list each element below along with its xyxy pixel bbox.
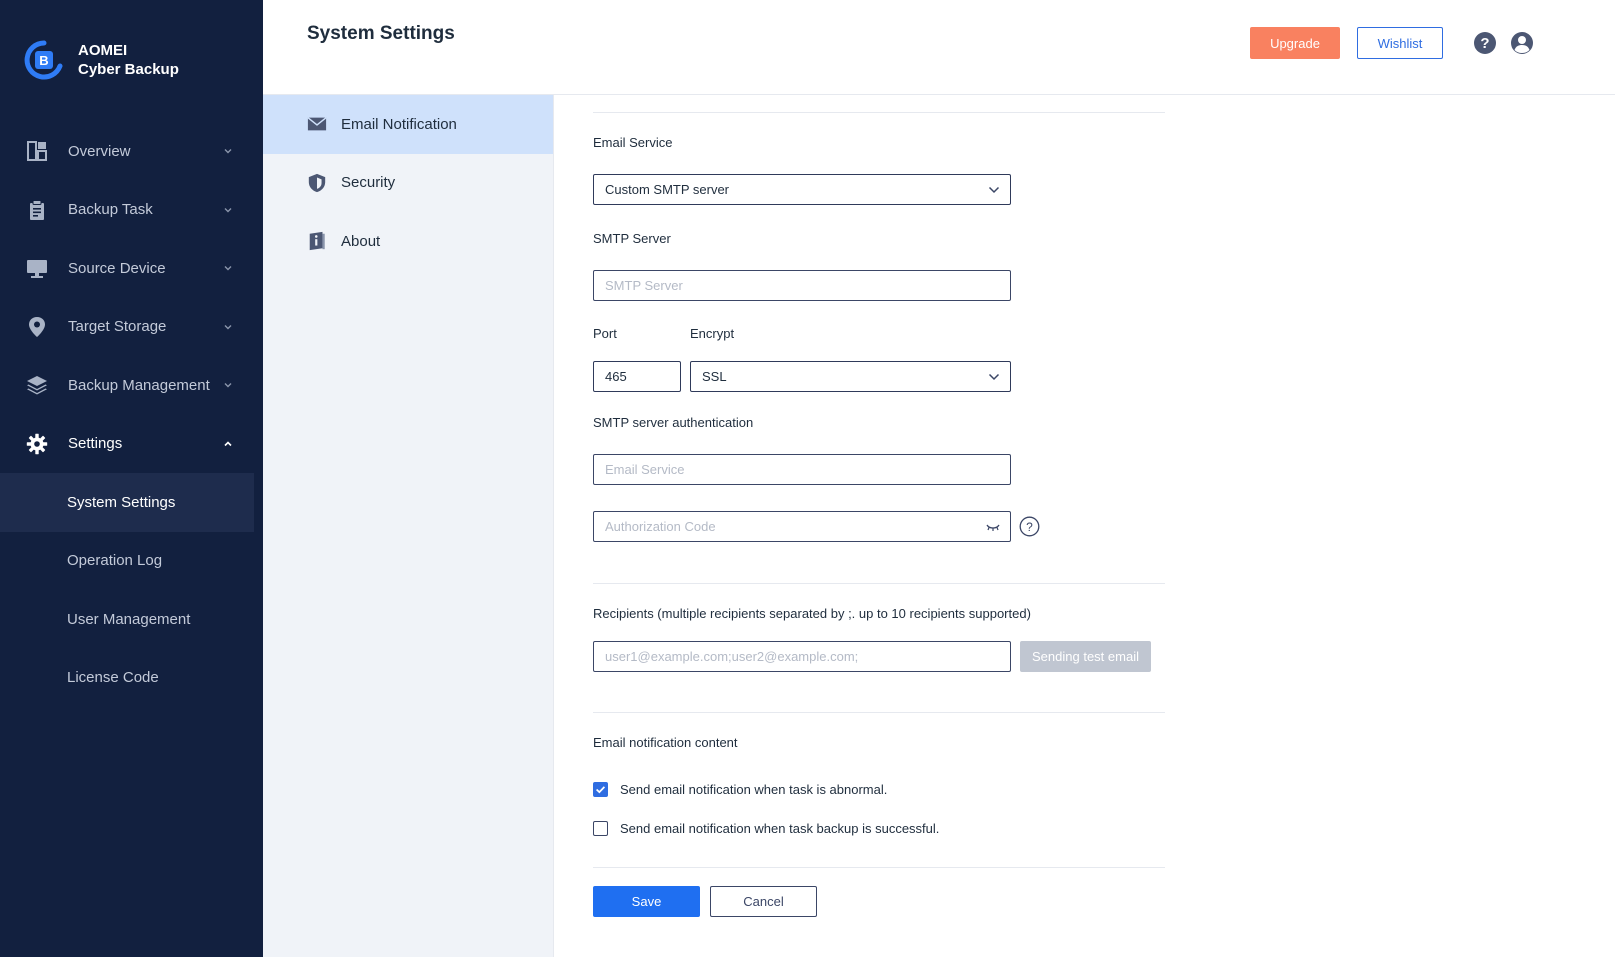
email-service-label: Email Service — [593, 135, 673, 150]
check-icon — [596, 786, 606, 794]
sidebar-item-label: Overview — [68, 142, 131, 160]
tab-email-notification[interactable]: Email Notification — [263, 95, 553, 154]
sidebar-item-backup-task[interactable]: Backup Task — [0, 181, 263, 240]
clipboard-icon — [26, 199, 48, 221]
chevron-down-icon — [224, 266, 232, 271]
sidebar-item-settings[interactable]: Settings — [0, 415, 263, 474]
brand: B AOMEI Cyber Backup — [24, 40, 179, 80]
envelope-icon — [306, 113, 328, 135]
encrypt-value: SSL — [702, 369, 727, 384]
notify-abnormal-label: Send email notification when task is abn… — [620, 782, 888, 797]
sidebar: B AOMEI Cyber Backup Overview Backup Tas… — [0, 0, 263, 957]
chevron-down-icon — [224, 324, 232, 330]
user-avatar-icon[interactable] — [1510, 31, 1534, 55]
brand-logo-icon: B — [24, 40, 63, 80]
cancel-button[interactable]: Cancel — [710, 886, 817, 917]
notify-success-option[interactable]: Send email notification when task backup… — [593, 821, 939, 836]
sidebar-item-target-storage[interactable]: Target Storage — [0, 298, 263, 357]
brand-name: AOMEI Cyber Backup — [78, 41, 179, 79]
sidebar-subitem-user-management[interactable]: User Management — [0, 590, 254, 649]
brand-name-line1: AOMEI — [78, 42, 128, 59]
location-pin-icon — [26, 316, 48, 338]
chevron-up-icon — [224, 441, 232, 446]
sidebar-item-label: Backup Management — [68, 376, 210, 394]
notify-success-checkbox[interactable] — [593, 821, 608, 836]
tab-security[interactable]: Security — [263, 154, 553, 213]
divider — [593, 583, 1165, 584]
sidebar-item-backup-management[interactable]: Backup Management — [0, 356, 263, 415]
divider — [593, 112, 1165, 113]
sidebar-item-label: Target Storage — [68, 318, 167, 336]
auth-code-field[interactable] — [593, 511, 1011, 542]
upgrade-button[interactable]: Upgrade — [1250, 27, 1340, 59]
info-book-icon — [306, 230, 328, 252]
main-nav: Overview Backup Task Source Device Targe… — [0, 122, 263, 707]
chevron-down-icon — [988, 373, 1000, 381]
question-circle-icon[interactable]: ? — [1019, 516, 1040, 537]
encrypt-select[interactable]: SSL — [690, 361, 1011, 392]
sidebar-subitem-operation-log[interactable]: Operation Log — [0, 532, 254, 591]
email-service-value: Custom SMTP server — [605, 182, 730, 197]
top-header: System Settings Upgrade Wishlist ? — [263, 0, 1615, 95]
dashboard-icon — [26, 140, 48, 162]
divider — [593, 867, 1165, 868]
wishlist-button[interactable]: Wishlist — [1357, 27, 1443, 59]
help-icon[interactable]: ? — [1473, 31, 1497, 55]
smtp-server-field[interactable] — [593, 270, 1011, 301]
settings-nav: Email Notification Security About — [263, 95, 554, 957]
sidebar-subitem-license-code[interactable]: License Code — [0, 649, 254, 708]
chevron-down-icon — [224, 149, 232, 154]
tab-label: Security — [341, 174, 396, 192]
port-field[interactable] — [593, 361, 681, 392]
auth-label: SMTP server authentication — [593, 415, 754, 430]
tab-label: About — [341, 232, 381, 250]
sidebar-item-overview[interactable]: Overview — [0, 122, 263, 181]
svg-text:B: B — [39, 53, 48, 68]
gear-icon — [26, 433, 48, 455]
auth-email-field[interactable] — [593, 454, 1011, 485]
notify-success-label: Send email notification when task backup… — [620, 821, 940, 836]
sidebar-item-source-device[interactable]: Source Device — [0, 239, 263, 298]
sidebar-item-label: Backup Task — [68, 201, 153, 219]
chevron-down-icon — [224, 207, 232, 213]
sidebar-item-label: Source Device — [68, 259, 166, 277]
recipients-input[interactable] — [605, 649, 1010, 664]
divider — [593, 712, 1165, 713]
svg-text:?: ? — [1480, 35, 1489, 52]
encrypt-label: Encrypt — [690, 326, 735, 341]
notify-abnormal-checkbox[interactable] — [593, 782, 608, 797]
svg-text:?: ? — [1026, 520, 1033, 534]
content-label: Email notification content — [593, 735, 738, 750]
sidebar-item-label: Settings — [68, 435, 123, 453]
notify-abnormal-option[interactable]: Send email notification when task is abn… — [593, 782, 887, 797]
save-button[interactable]: Save — [593, 886, 700, 917]
recipients-label: Recipients (multiple recipients separate… — [593, 606, 1031, 621]
chevron-down-icon — [224, 383, 232, 388]
page-title: System Settings — [307, 23, 455, 44]
layers-icon — [26, 374, 48, 396]
port-label: Port — [593, 326, 617, 341]
shield-icon — [306, 172, 328, 194]
send-test-email-button[interactable]: Sending test email — [1020, 641, 1151, 672]
smtp-server-label: SMTP Server — [593, 231, 671, 246]
port-input[interactable] — [605, 369, 680, 384]
recipients-field[interactable] — [593, 641, 1011, 672]
chevron-down-icon — [988, 186, 1000, 194]
email-service-select[interactable]: Custom SMTP server — [593, 174, 1011, 205]
tab-label: Email Notification — [341, 115, 457, 133]
auth-email-input[interactable] — [605, 462, 1010, 477]
smtp-server-input[interactable] — [605, 278, 1010, 293]
eye-closed-icon[interactable] — [986, 521, 1000, 533]
auth-code-input[interactable] — [605, 519, 1010, 534]
sidebar-subitem-system-settings[interactable]: System Settings — [0, 473, 254, 532]
brand-name-line2: Cyber Backup — [78, 61, 179, 78]
tab-about[interactable]: About — [263, 212, 553, 271]
monitor-icon — [26, 257, 48, 279]
